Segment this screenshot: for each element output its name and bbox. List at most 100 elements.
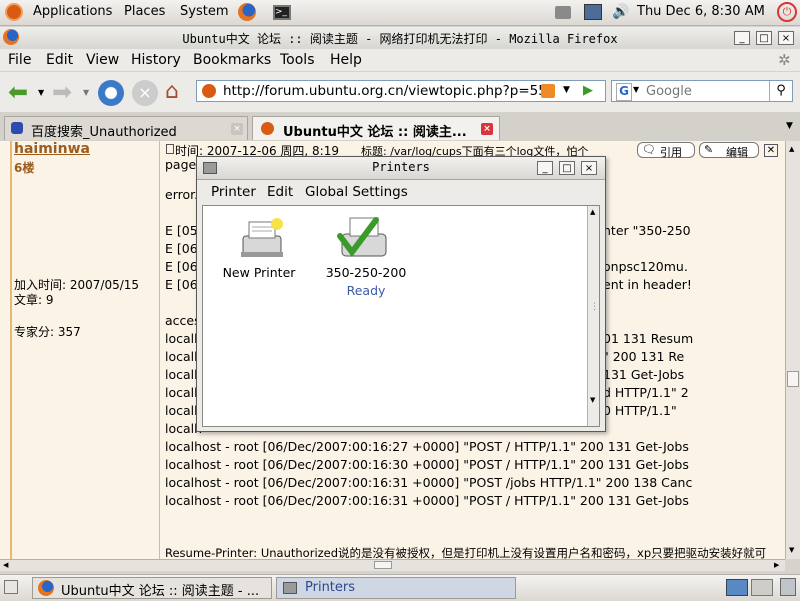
quote-icon: 🗨 xyxy=(642,143,656,156)
maximize-button[interactable]: □ xyxy=(756,31,772,45)
ubuntu-logo-icon[interactable] xyxy=(5,3,23,21)
rss-feed-icon[interactable] xyxy=(541,84,555,98)
tab-ubuntu-forum[interactable]: Ubuntu中文 论坛 :: 阅读主... × xyxy=(252,116,500,140)
back-icon[interactable]: ⬅ xyxy=(8,80,28,104)
menu-view[interactable]: View xyxy=(86,52,119,68)
menu-help[interactable]: Help xyxy=(330,52,362,68)
bottom-panel: Ubuntu中文 论坛 :: 阅读主题 - ... Printers xyxy=(0,574,800,601)
quote-button-label: 引用 xyxy=(660,146,682,159)
page-vertical-scrollbar[interactable]: ▲ ▼ xyxy=(785,141,800,559)
clock[interactable]: Thu Dec 6, 8:30 AM xyxy=(637,4,765,19)
search-input[interactable] xyxy=(644,82,768,101)
search-engine-icon[interactable]: G xyxy=(616,83,632,101)
printers-scroll-down-icon[interactable]: ▼ xyxy=(590,396,595,404)
url-dropdown-icon[interactable]: ▼ xyxy=(563,85,570,95)
printer-ready-icon xyxy=(337,217,387,257)
printers-titlebar[interactable]: Printers _ □ × xyxy=(197,157,605,180)
search-bar[interactable]: G ▼ ⚲ xyxy=(611,80,793,102)
post-footer-text: Resume-Printer: Unauthorized说的是没有被授权，但是打… xyxy=(165,546,767,559)
top-panel: Applications Places System >_ 🔊 Thu Dec … xyxy=(0,0,800,26)
power-icon[interactable]: ⏻ xyxy=(777,2,797,22)
page-horizontal-scrollbar[interactable]: ◀ ▶ xyxy=(0,559,785,571)
trash-icon[interactable] xyxy=(780,578,796,596)
printers-menu-global-settings[interactable]: Global Settings xyxy=(305,184,408,200)
vertical-scroll-thumb[interactable] xyxy=(787,371,799,387)
scroll-down-icon[interactable]: ▼ xyxy=(789,546,794,554)
log-line-fragment: onpsc120mu. xyxy=(603,259,688,274)
taskbar-firefox-icon xyxy=(38,580,54,596)
menu-tools[interactable]: Tools xyxy=(280,52,315,68)
log-line: localhost - root [06/Dec/2007:00:16:30 +… xyxy=(165,457,689,472)
tab-close-icon[interactable]: × xyxy=(481,123,493,135)
firefox-launcher-icon[interactable] xyxy=(238,3,256,21)
window-title: Ubuntu中文 论坛 :: 阅读主题 - 网络打印机无法打印 - Mozill… xyxy=(182,32,618,46)
scroll-left-icon[interactable]: ◀ xyxy=(3,561,8,569)
forward-dropdown-icon[interactable]: ▼ xyxy=(83,88,89,97)
printers-scrollbar[interactable]: ▲ ⋮ ▼ xyxy=(587,206,599,426)
minimize-button[interactable]: _ xyxy=(734,31,750,45)
go-icon[interactable]: ▶ xyxy=(583,83,593,98)
firefox-titlebar: Ubuntu中文 论坛 :: 阅读主题 - 网络打印机无法打印 - Mozill… xyxy=(0,27,800,50)
menu-edit[interactable]: Edit xyxy=(46,52,73,68)
workspace-1[interactable] xyxy=(726,579,748,596)
log-line: E [05 xyxy=(165,223,198,238)
search-engine-dropdown-icon[interactable]: ▼ xyxy=(633,85,639,94)
network-tray-icon[interactable] xyxy=(584,4,602,20)
horizontal-scroll-thumb[interactable] xyxy=(374,561,392,569)
printers-menu-edit[interactable]: Edit xyxy=(267,184,293,200)
post-subject-continued: page xyxy=(165,157,197,172)
delete-post-icon[interactable]: ✕ xyxy=(764,144,778,157)
taskbar-firefox[interactable]: Ubuntu中文 论坛 :: 阅读主题 - ... xyxy=(32,577,272,599)
back-dropdown-icon[interactable]: ▼ xyxy=(38,88,44,97)
printer-tray-icon[interactable] xyxy=(555,6,571,19)
taskbar-printers-label: Printers xyxy=(305,580,356,595)
home-icon[interactable]: ⌂ xyxy=(165,79,179,104)
new-printer-item[interactable]: New Printer xyxy=(219,214,299,284)
log-line-fragment: 0 HTTP/1.1" xyxy=(603,403,677,418)
edit-button[interactable]: ✎ 编辑 xyxy=(699,142,759,159)
post-icon xyxy=(166,144,174,154)
log-line: E [06 xyxy=(165,241,198,256)
log-line-fragment: 131 Get-Jobs xyxy=(603,367,685,382)
reload-icon[interactable] xyxy=(98,80,124,106)
forward-icon[interactable]: ➡ xyxy=(52,80,72,104)
terminal-launcher-icon[interactable]: >_ xyxy=(273,5,291,20)
scroll-up-icon[interactable]: ▲ xyxy=(789,145,794,153)
url-bar[interactable]: http://forum.ubuntu.org.cn/viewtopic.php… xyxy=(196,80,606,102)
menu-bookmarks[interactable]: Bookmarks xyxy=(193,52,271,68)
quote-button[interactable]: 🗨 引用 xyxy=(637,142,695,159)
taskbar-printers[interactable]: Printers xyxy=(276,577,516,599)
firefox-menubar: File Edit View History Bookmarks Tools H… xyxy=(0,49,800,71)
dialog-maximize-button[interactable]: □ xyxy=(559,161,575,175)
printers-menu-printer[interactable]: Printer xyxy=(211,184,256,200)
places-menu[interactable]: Places xyxy=(124,4,165,19)
applications-menu[interactable]: Applications xyxy=(33,4,112,19)
tab-list-dropdown-icon[interactable]: ▼ xyxy=(786,121,793,131)
printers-scroll-up-icon[interactable]: ▲ xyxy=(590,208,595,216)
log-line: E [06 xyxy=(165,277,198,292)
close-button[interactable]: × xyxy=(778,31,794,45)
dialog-minimize-button[interactable]: _ xyxy=(537,161,553,175)
url-text[interactable]: http://forum.ubuntu.org.cn/viewtopic.php… xyxy=(223,83,555,99)
baidu-favicon-icon xyxy=(11,122,23,134)
log-line: localhost - root [06/Dec/2007:00:16:31 +… xyxy=(165,475,693,490)
tab-label: 百度搜索_Unauthorized xyxy=(31,125,177,140)
author-posts: 文章: 9 xyxy=(14,293,54,307)
printers-scroll-grip-icon[interactable]: ⋮ xyxy=(590,302,599,312)
scroll-right-icon[interactable]: ▶ xyxy=(774,561,779,569)
workspace-2[interactable] xyxy=(751,579,773,596)
stop-icon[interactable]: × xyxy=(132,80,158,106)
volume-icon[interactable]: 🔊 xyxy=(612,4,629,20)
menu-file[interactable]: File xyxy=(8,52,31,68)
tab-baidu[interactable]: 百度搜索_Unauthorized × xyxy=(4,116,248,140)
printer-item-350-250-200[interactable]: 350-250-200 Ready xyxy=(321,214,411,304)
menu-history[interactable]: History xyxy=(131,52,181,68)
post-author-column: haiminwa 6楼 加入时间: 2007/05/15 文章: 9 专家分: … xyxy=(10,141,160,559)
search-icon[interactable]: ⚲ xyxy=(769,81,792,101)
show-desktop-icon[interactable] xyxy=(4,580,18,594)
system-menu[interactable]: System xyxy=(180,4,228,19)
author-link[interactable]: haiminwa xyxy=(14,141,90,157)
log-line: error. xyxy=(165,187,199,202)
tab-close-icon[interactable]: × xyxy=(231,123,243,135)
dialog-close-button[interactable]: × xyxy=(581,161,597,175)
